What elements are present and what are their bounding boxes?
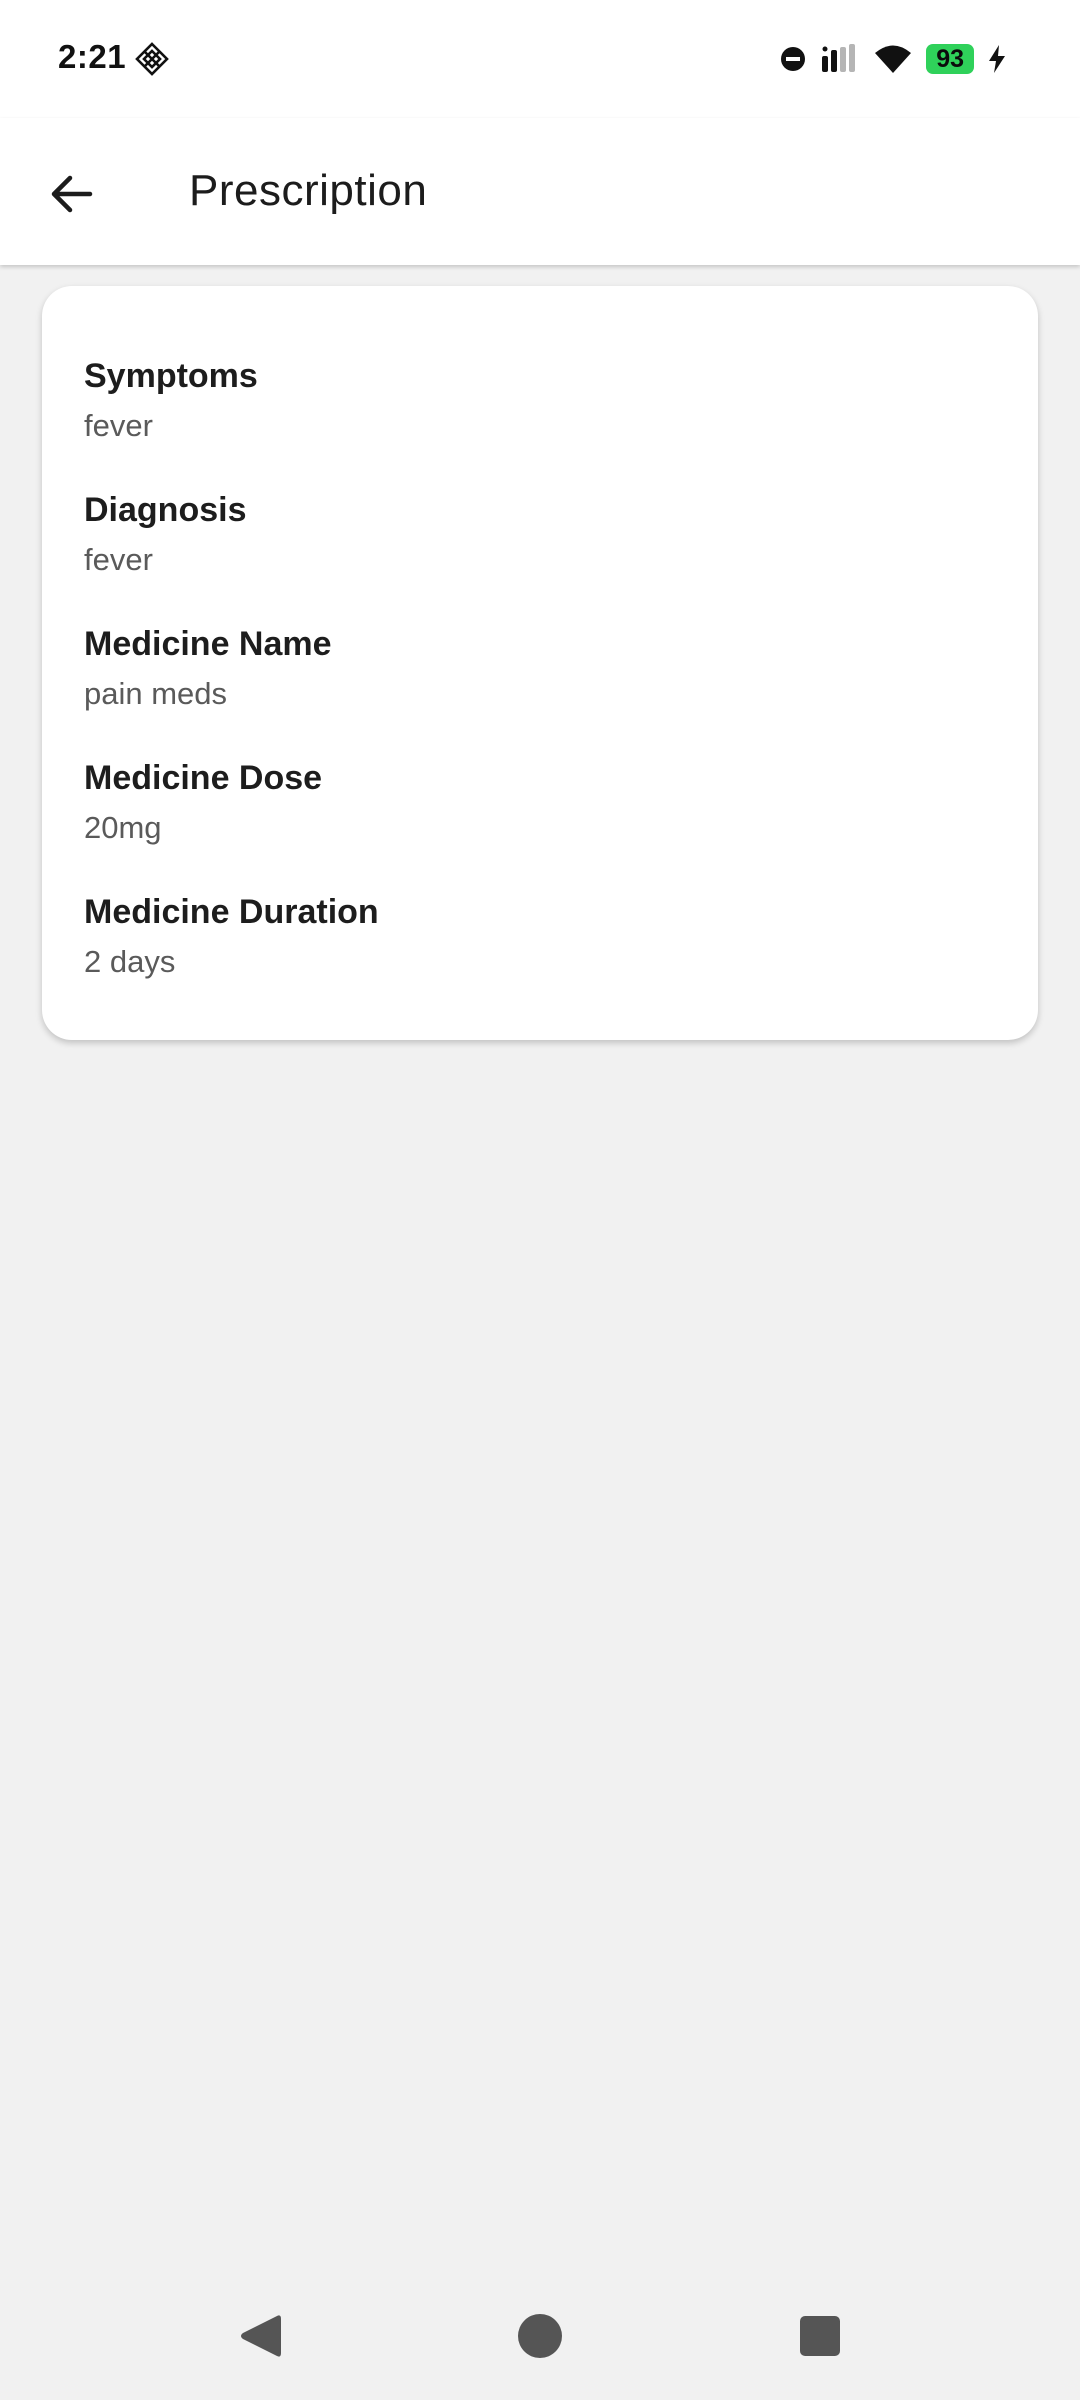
field-symptoms: Symptoms fever <box>84 356 1038 490</box>
dnd-icon <box>780 46 806 72</box>
field-value: fever <box>84 542 153 577</box>
app-notification-icon <box>135 42 169 76</box>
recents-square-icon <box>800 2316 840 2356</box>
nav-home-button[interactable] <box>500 2296 580 2376</box>
arrow-back-icon <box>51 175 93 213</box>
wifi-icon <box>874 44 912 74</box>
battery-icon: 93 <box>926 44 974 74</box>
field-diagnosis: Diagnosis fever <box>84 490 1038 624</box>
charging-icon <box>988 45 1006 73</box>
field-value: pain meds <box>84 676 228 711</box>
system-nav-bar <box>0 2270 1080 2400</box>
field-medicine-duration: Medicine Duration 2 days <box>84 892 1038 1026</box>
nav-back-button[interactable] <box>220 2296 300 2376</box>
battery-level: 93 <box>926 44 974 74</box>
field-medicine-dose: Medicine Dose 20mg <box>84 758 1038 892</box>
nav-recents-button[interactable] <box>780 2296 860 2376</box>
field-value: 2 days <box>84 944 176 979</box>
field-medicine-name: Medicine Name pain meds <box>84 624 1038 758</box>
home-circle-icon <box>518 2314 562 2358</box>
status-bar: 2:21 93 <box>0 0 1080 118</box>
page-title: Prescription <box>189 166 428 215</box>
signal-icon <box>820 44 860 74</box>
status-time: 2:21 <box>58 38 127 75</box>
status-icons: 93 <box>780 40 1006 78</box>
app-bar: Prescription <box>0 118 1080 265</box>
field-value: 20mg <box>84 810 162 845</box>
field-label: Medicine Name <box>84 625 332 663</box>
field-label: Medicine Dose <box>84 759 323 797</box>
prescription-card: Symptoms fever Diagnosis fever Medicine … <box>42 286 1038 1040</box>
field-value: fever <box>84 408 153 443</box>
field-label: Symptoms <box>84 357 258 395</box>
back-button[interactable] <box>36 158 108 230</box>
back-triangle-icon <box>241 2315 281 2357</box>
field-label: Medicine Duration <box>84 893 379 931</box>
field-label: Diagnosis <box>84 491 247 529</box>
